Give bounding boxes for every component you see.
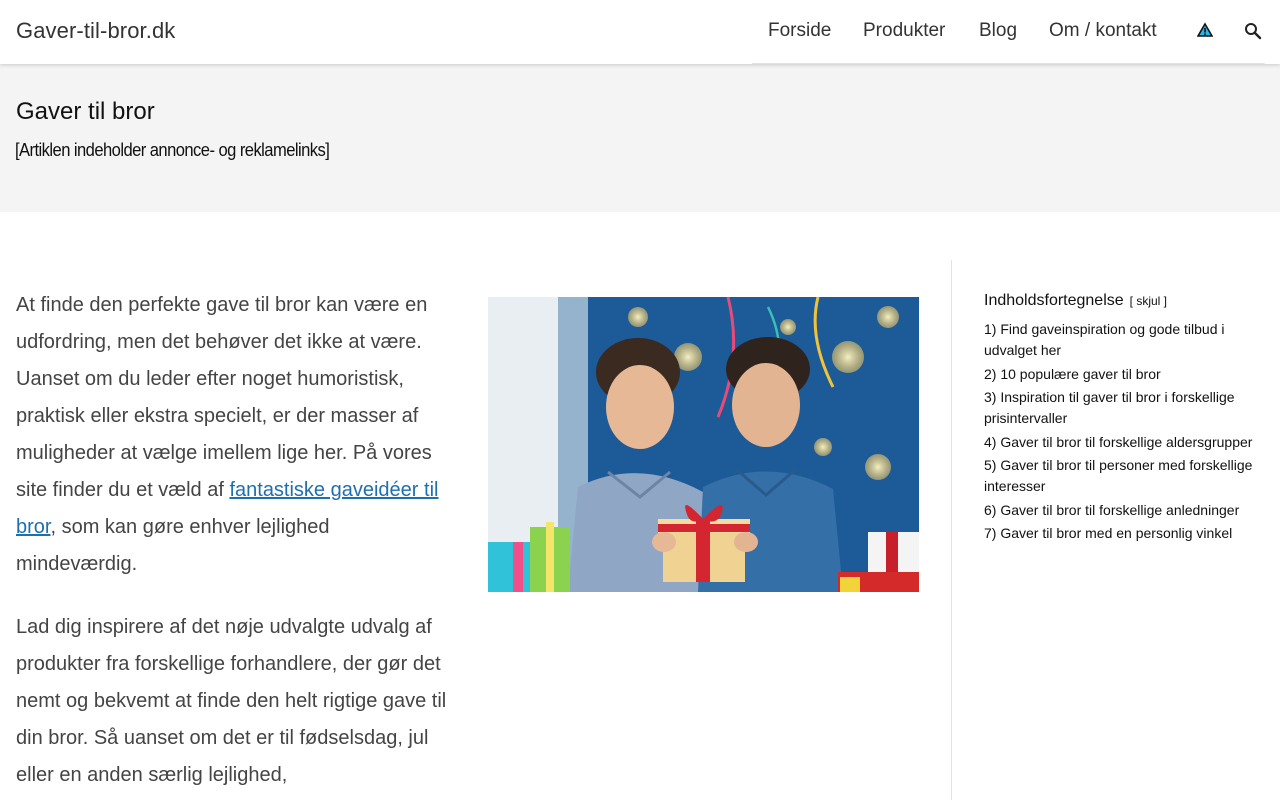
intro-text-start: At finde den perfekte gave til bror kan …	[16, 294, 432, 501]
toc-list: 1) Find gaveinspiration og gode tilbud i…	[984, 319, 1268, 544]
site-title-link[interactable]: Gaver-til-bror.dk	[16, 18, 175, 44]
toc-item: 3) Inspiration til gaver til bror i fors…	[984, 387, 1268, 429]
toc-link-6[interactable]: 6) Gaver til bror til forskellige anledn…	[984, 502, 1239, 518]
article-content: At finde den perfekte gave til bror kan …	[16, 287, 456, 800]
toc-link-1[interactable]: 1) Find gaveinspiration og gode tilbud i…	[984, 321, 1225, 358]
toc-item: 6) Gaver til bror til forskellige anledn…	[984, 500, 1268, 521]
sidebar-divider	[951, 260, 952, 800]
toc-toggle-button[interactable]: [ skjul ]	[1130, 294, 1167, 308]
page-title-band: Gaver til bror [Artiklen indeholder anno…	[0, 64, 1280, 212]
intro-text-end: , som kan gøre enhver lejlighed mindevær…	[16, 516, 330, 575]
warning-triangle-icon[interactable]	[1196, 22, 1217, 42]
toc-item: 7) Gaver til bror med en personlig vinke…	[984, 523, 1268, 544]
toc-link-4[interactable]: 4) Gaver til bror til forskellige alders…	[984, 434, 1252, 450]
toc-link-5[interactable]: 5) Gaver til bror til personer med forsk…	[984, 457, 1252, 494]
toc-item: 1) Find gaveinspiration og gode tilbud i…	[984, 319, 1268, 361]
table-of-contents: Indholdsfortegnelse [ skjul ] 1) Find gav…	[984, 292, 1268, 547]
intro-paragraph: At finde den perfekte gave til bror kan …	[16, 287, 456, 583]
main-nav: Forside Produkter Blog Om / kontakt	[752, 0, 1265, 64]
ad-disclaimer: [Artiklen indeholder annonce- og reklame…	[15, 140, 330, 160]
toc-title: Indholdsfortegnelse	[984, 292, 1124, 309]
toc-item: 4) Gaver til bror til forskellige alders…	[984, 432, 1268, 453]
toc-link-2[interactable]: 2) 10 populære gaver til bror	[984, 366, 1161, 382]
site-header: Gaver-til-bror.dk Forside Produkter Blog…	[0, 0, 1280, 64]
second-paragraph: Lad dig inspirere af det nøje udvalgte u…	[16, 616, 447, 786]
nav-item-forside[interactable]: Forside	[768, 20, 831, 42]
search-icon[interactable]	[1244, 22, 1264, 42]
toc-link-3[interactable]: 3) Inspiration til gaver til bror i fors…	[984, 389, 1235, 426]
toc-item: 5) Gaver til bror til personer med forsk…	[984, 455, 1268, 497]
page-title: Gaver til bror	[16, 98, 155, 125]
nav-item-produkter[interactable]: Produkter	[863, 20, 945, 42]
toc-header: Indholdsfortegnelse [ skjul ]	[984, 292, 1268, 310]
toc-link-7[interactable]: 7) Gaver til bror med en personlig vinke…	[984, 525, 1232, 541]
nav-item-om-kontakt[interactable]: Om / kontakt	[1049, 20, 1157, 42]
hero-image-brothers-gift	[488, 297, 919, 592]
nav-item-blog[interactable]: Blog	[979, 20, 1017, 42]
toc-item: 2) 10 populære gaver til bror	[984, 364, 1268, 385]
